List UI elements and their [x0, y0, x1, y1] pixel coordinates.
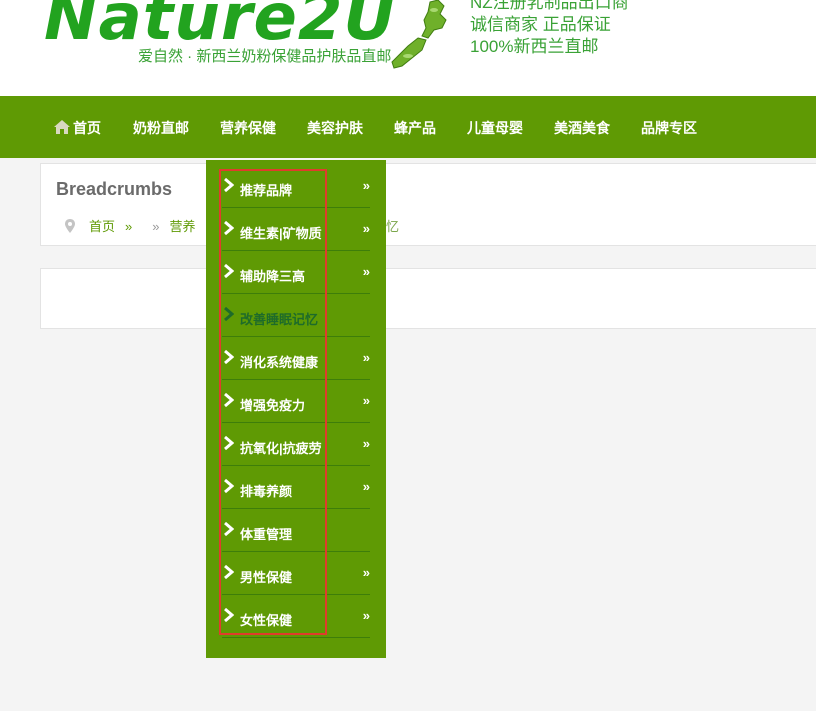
- breadcrumb: 首页 » » 营养: [65, 216, 196, 235]
- submenu-indicator: »: [362, 264, 370, 279]
- submenu-indicator: »: [362, 393, 370, 408]
- chevron-right-icon: [224, 608, 234, 622]
- location-pin-icon: [65, 219, 75, 233]
- dropdown-item-label: 辅助降三高: [240, 269, 306, 284]
- chevron-right-icon: [224, 565, 234, 579]
- dropdown-item-vitamins-minerals[interactable]: 维生素|矿物质 »: [222, 209, 370, 251]
- nav-item-nutrition[interactable]: 营养保健: [220, 118, 276, 138]
- breadcrumb-separator: »: [125, 219, 133, 234]
- submenu-indicator: »: [362, 436, 370, 451]
- dropdown-item-detox[interactable]: 排毒养颜 »: [222, 467, 370, 509]
- breadcrumb-separator: »: [152, 219, 160, 234]
- site-slogan: 爱自然 · 新西兰奶粉保健品护肤品直邮: [138, 48, 392, 65]
- chevron-right-icon: [224, 393, 234, 407]
- nutrition-dropdown-menu: 推荐品牌 » 维生素|矿物质 » 辅助降三高 » 改善睡眠记忆 消化系统健康 »…: [206, 160, 386, 658]
- chevron-right-icon: [224, 221, 234, 235]
- nav-item-milk-powder[interactable]: 奶粉直邮: [133, 118, 189, 138]
- new-zealand-map-icon: [391, 0, 447, 69]
- dropdown-item-sleep-memory[interactable]: 改善睡眠记忆: [222, 295, 370, 337]
- tagline-line: NZ注册乳制品出口商: [470, 0, 629, 12]
- chevron-right-icon: [224, 264, 234, 278]
- chevron-right-icon: [224, 522, 234, 536]
- nav-item-home[interactable]: 首页: [54, 118, 101, 138]
- site-header: Nature2U 爱自然 · 新西兰奶粉保健品护肤品直邮 NZ注册乳制品出口商 …: [0, 0, 816, 96]
- dropdown-item-immunity[interactable]: 增强免疫力 »: [222, 381, 370, 423]
- submenu-indicator: »: [362, 350, 370, 365]
- submenu-indicator: »: [362, 221, 370, 236]
- home-icon: [54, 120, 70, 134]
- nav-item-beauty[interactable]: 美容护肤: [307, 118, 363, 138]
- dropdown-item-recommended-brands[interactable]: 推荐品牌 »: [222, 166, 370, 208]
- dropdown-item-label: 消化系统健康: [240, 355, 319, 370]
- dropdown-item-mens-health[interactable]: 男性保健 »: [222, 553, 370, 595]
- submenu-indicator: »: [362, 608, 370, 623]
- breadcrumb-home-link[interactable]: 首页: [89, 216, 115, 235]
- chevron-right-icon: [224, 479, 234, 493]
- breadcrumb-title: Breadcrumbs: [56, 179, 173, 199]
- dropdown-item-label: 女性保健: [240, 613, 293, 628]
- dropdown-item-label: 增强免疫力: [240, 398, 306, 413]
- dropdown-item-label: 维生素|矿物质: [240, 226, 322, 241]
- breadcrumb-panel: Breadcrumbs 首页 » » 营养 忆: [40, 163, 816, 246]
- dropdown-item-antioxidant[interactable]: 抗氧化|抗疲劳 »: [222, 424, 370, 466]
- main-nav: 首页 奶粉直邮 营养保健 美容护肤 蜂产品 儿童母婴 美酒美食 品牌专区: [0, 96, 816, 158]
- nav-item-mother-baby[interactable]: 儿童母婴: [467, 118, 523, 138]
- breadcrumb-nutrition-link[interactable]: 营养: [169, 216, 195, 235]
- dropdown-item-three-highs[interactable]: 辅助降三高 »: [222, 252, 370, 294]
- nav-item-label: 首页: [73, 120, 101, 136]
- dropdown-item-label: 排毒养颜: [240, 484, 293, 499]
- submenu-indicator: »: [362, 565, 370, 580]
- submenu-indicator: »: [362, 479, 370, 494]
- nav-item-wine-food[interactable]: 美酒美食: [554, 118, 610, 138]
- submenu-indicator: »: [362, 178, 370, 193]
- nav-item-brands[interactable]: 品牌专区: [641, 118, 697, 138]
- chevron-right-icon: [224, 178, 234, 192]
- dropdown-item-label: 推荐品牌: [240, 183, 293, 198]
- header-tagline: NZ注册乳制品出口商 诚信商家 正品保证 100%新西兰直邮: [470, 0, 629, 58]
- dropdown-item-digestive-health[interactable]: 消化系统健康 »: [222, 338, 370, 380]
- chevron-right-icon: [224, 350, 234, 364]
- content-panel: [40, 268, 816, 329]
- dropdown-item-womens-health[interactable]: 女性保健 »: [222, 596, 370, 638]
- dropdown-item-label: 体重管理: [240, 527, 293, 542]
- dropdown-item-label: 抗氧化|抗疲劳: [240, 441, 322, 456]
- dropdown-item-label: 改善睡眠记忆: [240, 312, 319, 327]
- chevron-right-icon: [224, 436, 234, 450]
- tagline-line: 100%新西兰直邮: [470, 37, 599, 56]
- breadcrumb-current: 忆: [386, 219, 400, 234]
- chevron-right-icon: [224, 307, 234, 321]
- tagline-line: 诚信商家 正品保证: [470, 15, 611, 34]
- dropdown-item-weight[interactable]: 体重管理: [222, 510, 370, 552]
- nav-item-bee-products[interactable]: 蜂产品: [394, 118, 436, 138]
- dropdown-item-label: 男性保健: [240, 570, 293, 585]
